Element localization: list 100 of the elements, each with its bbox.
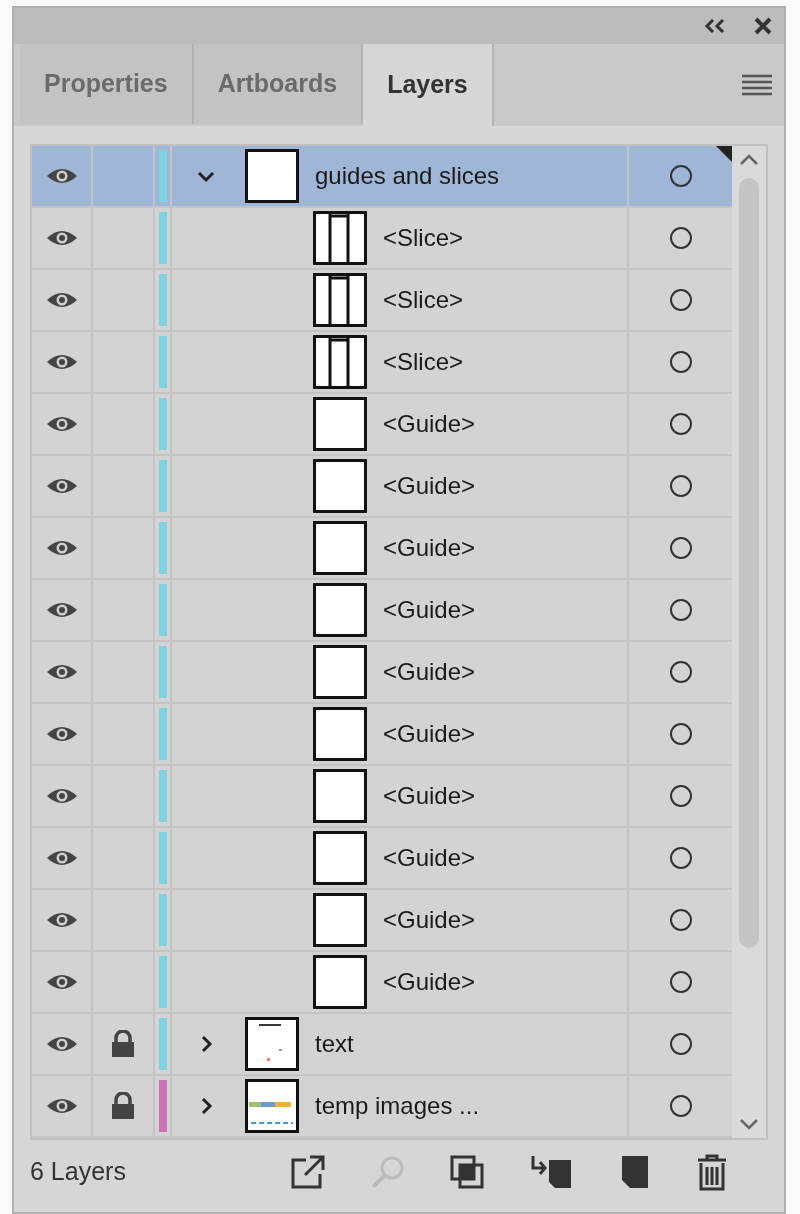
layer-name: guides and slices bbox=[315, 161, 500, 191]
layer-row[interactable]: <Guide> bbox=[32, 394, 732, 456]
layer-name: <Guide> bbox=[383, 905, 476, 935]
scroll-up-icon[interactable] bbox=[739, 154, 759, 166]
layer-row[interactable]: <Guide> bbox=[32, 580, 732, 642]
layer-color-bar bbox=[158, 894, 167, 946]
layer-name: <Guide> bbox=[383, 471, 476, 501]
layer-name: <Slice> bbox=[383, 285, 464, 315]
layer-row[interactable]: <Guide> bbox=[32, 704, 732, 766]
target-circle-icon[interactable] bbox=[668, 1094, 693, 1118]
guide-thumbnail bbox=[313, 459, 367, 513]
layer-color-bar bbox=[158, 584, 167, 636]
target-circle-icon[interactable] bbox=[668, 164, 693, 188]
eye-icon[interactable] bbox=[45, 290, 78, 310]
target-circle-icon[interactable] bbox=[668, 598, 693, 622]
layer-row[interactable]: <Guide> bbox=[32, 518, 732, 580]
panel-tab[interactable]: Layers bbox=[363, 44, 494, 126]
layer-name: <Guide> bbox=[383, 843, 476, 873]
target-circle-icon[interactable] bbox=[668, 350, 693, 374]
target-circle-icon[interactable] bbox=[668, 412, 693, 436]
target-circle-icon[interactable] bbox=[668, 970, 693, 994]
guide-thumbnail bbox=[313, 583, 367, 637]
eye-icon[interactable] bbox=[45, 476, 78, 496]
target-circle-icon[interactable] bbox=[668, 908, 693, 932]
target-circle-icon[interactable] bbox=[668, 660, 693, 684]
guide-thumbnail bbox=[313, 831, 367, 885]
layer-row[interactable]: <Guide> bbox=[32, 766, 732, 828]
guide-thumbnail bbox=[313, 521, 367, 575]
layer-row[interactable]: <Slice> bbox=[32, 270, 732, 332]
target-circle-icon[interactable] bbox=[668, 226, 693, 250]
layer-color-bar bbox=[158, 460, 167, 512]
export-icon[interactable] bbox=[290, 1154, 326, 1190]
lock-icon[interactable] bbox=[111, 1092, 135, 1120]
layer-row[interactable]: <Slice> bbox=[32, 332, 732, 394]
layer-row[interactable]: <Slice> bbox=[32, 208, 732, 270]
layer-name: <Guide> bbox=[383, 719, 476, 749]
scrollbar[interactable] bbox=[732, 146, 766, 1138]
layer-row[interactable]: <Guide> bbox=[32, 952, 732, 1014]
target-circle-icon[interactable] bbox=[668, 474, 693, 498]
layer-row[interactable]: text bbox=[32, 1014, 732, 1076]
layer-name: <Guide> bbox=[383, 657, 476, 687]
layer-name: text bbox=[315, 1029, 354, 1059]
guide-thumbnail bbox=[313, 893, 367, 947]
eye-icon[interactable] bbox=[45, 848, 78, 868]
layer-color-bar bbox=[158, 646, 167, 698]
layer-row[interactable]: temp images ... bbox=[32, 1076, 732, 1138]
layer-name: temp images ... bbox=[315, 1091, 480, 1121]
layer-color-bar bbox=[158, 398, 167, 450]
eye-icon[interactable] bbox=[45, 786, 78, 806]
layer-thumbnail bbox=[245, 1079, 299, 1133]
slice-thumbnail bbox=[313, 335, 367, 389]
layer-color-bar bbox=[158, 708, 167, 760]
trash-icon[interactable] bbox=[695, 1153, 728, 1191]
scroll-down-icon[interactable] bbox=[739, 1118, 759, 1130]
layer-name: <Slice> bbox=[383, 223, 464, 253]
eye-icon[interactable] bbox=[45, 228, 78, 248]
target-circle-icon[interactable] bbox=[668, 846, 693, 870]
layer-count: 6 Layers bbox=[30, 1156, 127, 1188]
target-circle-icon[interactable] bbox=[668, 288, 693, 312]
layer-name: <Guide> bbox=[383, 967, 476, 997]
layer-color-bar bbox=[158, 336, 167, 388]
close-icon[interactable] bbox=[754, 17, 772, 35]
layer-thumbnail bbox=[245, 1017, 299, 1071]
layer-row[interactable]: <Guide> bbox=[32, 828, 732, 890]
corner-marker-icon bbox=[716, 146, 732, 162]
layer-color-bar bbox=[158, 522, 167, 574]
target-circle-icon[interactable] bbox=[668, 536, 693, 560]
eye-icon[interactable] bbox=[45, 414, 78, 434]
target-circle-icon[interactable] bbox=[668, 722, 693, 746]
collapse-icon[interactable] bbox=[704, 19, 726, 33]
eye-icon[interactable] bbox=[45, 662, 78, 682]
target-circle-icon[interactable] bbox=[668, 784, 693, 808]
layer-thumbnail bbox=[245, 149, 299, 203]
layer-color-bar bbox=[158, 956, 167, 1008]
layer-color-bar bbox=[158, 832, 167, 884]
layer-color-bar bbox=[158, 770, 167, 822]
lock-icon[interactable] bbox=[111, 1030, 135, 1058]
layer-name: <Guide> bbox=[383, 595, 476, 625]
layer-name: <Slice> bbox=[383, 347, 464, 377]
eye-icon[interactable] bbox=[45, 724, 78, 744]
eye-icon[interactable] bbox=[45, 972, 78, 992]
eye-icon[interactable] bbox=[45, 600, 78, 620]
eye-icon[interactable] bbox=[45, 910, 78, 930]
layer-name: <Guide> bbox=[383, 409, 476, 439]
eye-icon[interactable] bbox=[45, 166, 78, 186]
eye-icon[interactable] bbox=[45, 352, 78, 372]
eye-icon[interactable] bbox=[45, 1034, 78, 1054]
layer-row[interactable]: <Guide> bbox=[32, 642, 732, 704]
layer-color-bar bbox=[158, 274, 167, 326]
clipping-mask-icon[interactable] bbox=[449, 1154, 486, 1190]
layer-row[interactable]: <Guide> bbox=[32, 456, 732, 518]
target-circle-icon[interactable] bbox=[668, 1032, 693, 1056]
guide-thumbnail bbox=[313, 397, 367, 451]
eye-icon[interactable] bbox=[45, 1096, 78, 1116]
slice-thumbnail bbox=[313, 211, 367, 265]
eye-icon[interactable] bbox=[45, 538, 78, 558]
layer-row[interactable]: <Guide> bbox=[32, 890, 732, 952]
guide-thumbnail bbox=[313, 769, 367, 823]
layer-row[interactable]: guides and slices bbox=[32, 146, 732, 208]
menu-icon[interactable] bbox=[742, 74, 772, 96]
